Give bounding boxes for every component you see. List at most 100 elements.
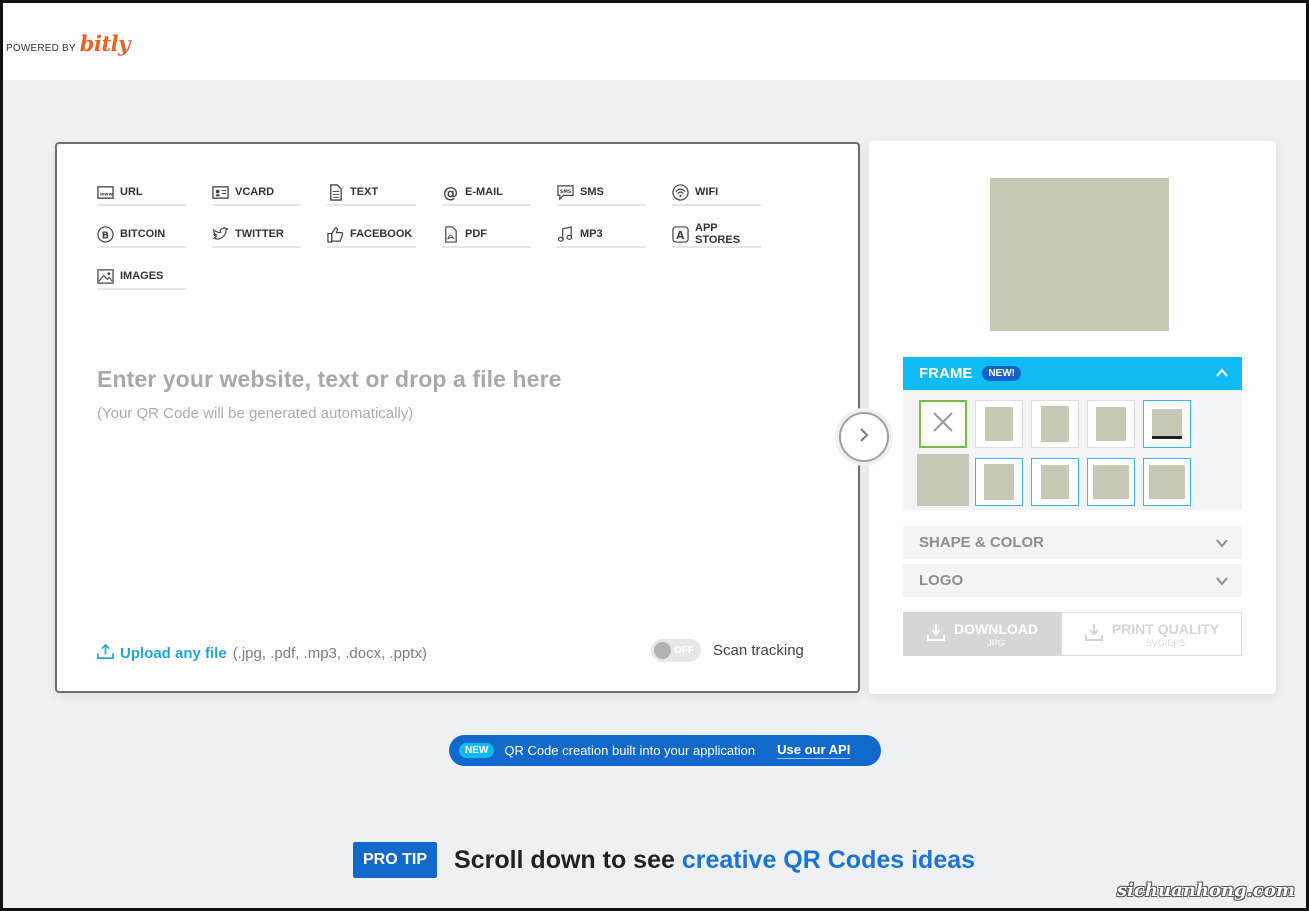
tab-label: SMS <box>580 186 604 198</box>
tab-pdf[interactable]: PDF <box>442 222 531 248</box>
thumbs-up-icon <box>327 226 344 243</box>
toggle-knob <box>654 642 671 659</box>
frame-option[interactable] <box>1087 400 1135 448</box>
chevron-down-icon <box>1215 536 1229 550</box>
text-doc-icon <box>327 183 344 201</box>
frame-option[interactable] <box>975 458 1023 506</box>
tab-label: FACEBOOK <box>350 228 413 240</box>
tab-twitter[interactable]: TWITTER <box>212 222 301 248</box>
download-icon <box>1084 622 1104 647</box>
scan-tracking-toggle[interactable]: OFF <box>651 639 701 662</box>
pro-tip-lead: Scroll down to see <box>454 845 675 874</box>
frame-option[interactable] <box>1031 458 1079 506</box>
generate-arrow-button[interactable] <box>839 412 889 462</box>
upload-file-link[interactable]: Upload any file (.jpg, .pdf, .mp3, .docx… <box>97 643 427 664</box>
upload-extensions: (.jpg, .pdf, .mp3, .docx, .pptx) <box>232 645 427 662</box>
print-quality-button[interactable]: PRINT QUALITY SVG/EPS <box>1061 612 1242 656</box>
svg-text:@: @ <box>443 184 458 201</box>
frame-options <box>903 390 1242 510</box>
input-hint: (Your QR Code will be generated automati… <box>97 405 414 422</box>
api-banner-text: QR Code creation built into your applica… <box>504 743 756 758</box>
tab-label: VCARD <box>235 186 275 198</box>
powered-by-text: POWERED BY <box>6 43 76 54</box>
new-badge: NEW <box>459 743 495 758</box>
tab-label: URL <box>120 186 143 198</box>
tab-label: E-MAIL <box>465 186 503 198</box>
chevron-down-icon <box>1215 574 1229 588</box>
input-placeholder[interactable]: Enter your website, text or drop a file … <box>97 366 562 393</box>
frame-title: FRAME <box>919 365 973 382</box>
image-icon <box>97 268 114 285</box>
tab-label: WIFI <box>695 186 719 198</box>
download-icon <box>926 622 946 647</box>
pdf-icon <box>442 225 459 243</box>
upload-icon <box>97 643 114 664</box>
tab-wifi[interactable]: WIFI <box>672 180 761 206</box>
tab-url[interactable]: www URL <box>97 180 186 206</box>
tab-app-stores[interactable]: A APP STORES <box>672 222 761 248</box>
svg-text:A: A <box>676 229 684 241</box>
tab-label: APP STORES <box>695 222 741 246</box>
download-button[interactable]: DOWNLOAD JPG <box>903 612 1061 656</box>
api-banner[interactable]: NEW QR Code creation built into your app… <box>449 735 881 766</box>
pro-tip: PRO TIP Scroll down to see creative QR C… <box>353 842 975 878</box>
shape-color-label: SHAPE & COLOR <box>919 534 1045 551</box>
tab-label: TEXT <box>350 186 379 198</box>
svg-text:www: www <box>100 192 114 197</box>
print-quality-format: SVG/EPS <box>1145 637 1186 648</box>
frame-option[interactable] <box>1143 458 1191 506</box>
scan-tracking-label: Scan tracking <box>713 642 804 659</box>
twitter-icon <box>212 226 229 243</box>
toggle-state: OFF <box>674 645 694 656</box>
bitcoin-icon: B <box>97 225 114 243</box>
www-icon: www <box>97 184 114 201</box>
bitly-logo: bitly <box>79 31 131 56</box>
pro-tip-text: Scroll down to see creative QR Codes ide… <box>454 846 975 875</box>
tab-vcard[interactable]: VCARD <box>212 180 301 206</box>
pro-tip-badge: PRO TIP <box>353 842 438 878</box>
frame-option-none[interactable] <box>919 400 967 448</box>
content-input-area[interactable]: Enter your website, text or drop a file … <box>97 366 562 422</box>
tab-text[interactable]: TEXT <box>327 180 416 206</box>
frame-option[interactable] <box>975 400 1023 448</box>
tab-label: BITCOIN <box>120 228 166 240</box>
download-label: DOWNLOAD <box>954 620 1038 637</box>
print-quality-label: PRINT QUALITY <box>1111 620 1220 637</box>
tab-label: MP3 <box>580 228 603 240</box>
tab-email[interactable]: @ E-MAIL <box>442 180 531 206</box>
close-icon <box>931 410 955 439</box>
tab-label: PDF <box>465 228 487 240</box>
qr-preview-panel: FRAME NEW! SHAPE & COLOR LOGO DOWNLOAD J… <box>869 141 1276 694</box>
music-note-icon <box>557 225 574 243</box>
logo-accordion[interactable]: LOGO <box>903 564 1242 597</box>
chevron-right-icon <box>856 427 872 448</box>
frame-option[interactable] <box>917 454 969 506</box>
at-icon: @ <box>442 184 459 201</box>
frame-option[interactable] <box>1087 458 1135 506</box>
upload-link-text[interactable]: Upload any file <box>120 645 227 662</box>
logo-label: LOGO <box>919 572 964 589</box>
svg-text:SMS: SMS <box>560 188 572 194</box>
tab-sms[interactable]: SMS SMS <box>557 180 646 206</box>
pro-tip-highlight[interactable]: creative QR Codes ideas <box>682 846 975 874</box>
wifi-icon <box>672 183 689 201</box>
frame-accordion-header[interactable]: FRAME NEW! <box>903 357 1242 390</box>
tab-bitcoin[interactable]: B BITCOIN <box>97 222 186 248</box>
qr-code-preview <box>990 178 1169 331</box>
tab-images[interactable]: IMAGES <box>97 264 186 290</box>
powered-by[interactable]: POWERED BY bitly <box>6 31 130 56</box>
app-store-icon: A <box>672 225 689 243</box>
tab-facebook[interactable]: FACEBOOK <box>327 222 416 248</box>
svg-text:B: B <box>102 230 109 241</box>
watermark: sichuanhong.com <box>1117 880 1295 901</box>
use-api-link[interactable]: Use our API <box>777 742 851 759</box>
scan-tracking: OFF Scan tracking <box>651 639 804 662</box>
shape-color-accordion[interactable]: SHAPE & COLOR <box>903 526 1242 559</box>
sms-icon: SMS <box>557 184 574 201</box>
tab-mp3[interactable]: MP3 <box>557 222 646 248</box>
frame-option[interactable] <box>1143 400 1191 448</box>
new-badge: NEW! <box>982 366 1021 381</box>
input-card[interactable]: www URL VCARD TEXT @ E-MAIL SMS SMS WIFI… <box>55 142 860 693</box>
top-bar: POWERED BY bitly <box>3 3 1306 80</box>
frame-option[interactable] <box>1031 400 1079 448</box>
